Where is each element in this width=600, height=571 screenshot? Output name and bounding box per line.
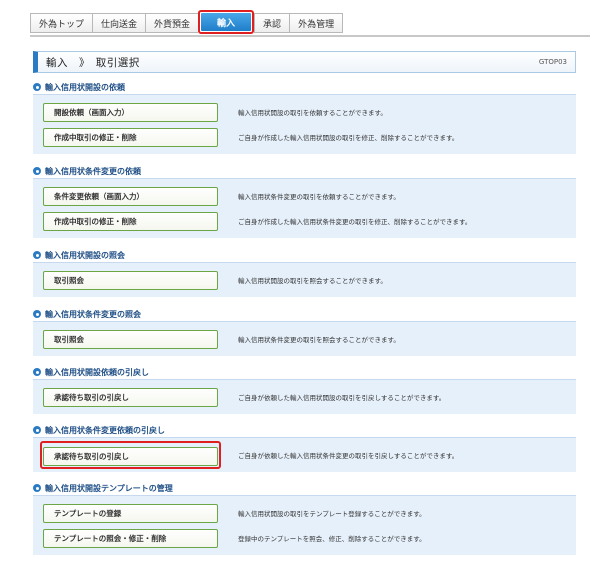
section-lc-opening-request: 輸入信用状開設の依頼 開設依頼（画面入力） 輸入信用状開設の取引を依頼することが…: [33, 80, 576, 154]
section-title: 輸入信用状条件変更依頼の引戻し: [33, 423, 576, 437]
bullet-circle-icon: [33, 251, 41, 259]
section-title-text: 輸入信用状開設テンプレートの管理: [45, 483, 173, 493]
section-body: テンプレートの登録 輸入信用状開設の取引をテンプレート登録することができます。 …: [33, 495, 576, 555]
action-description: ご自身が依頼した輸入信用状開設の取引を引戻しすることができます。: [238, 394, 446, 402]
section-title-text: 輸入信用状条件変更依頼の引戻し: [45, 425, 165, 435]
action-row: 承認待ち取引の引戻し ご自身が依頼した輸入信用状開設の取引を引戻しすることができ…: [43, 385, 566, 409]
bullet-circle-icon: [33, 167, 41, 175]
tab-import[interactable]: 輸入: [201, 13, 252, 31]
edit-draft-lc-opening-button[interactable]: 作成中取引の修正・削除: [43, 127, 218, 147]
section-title: 輸入信用状条件変更の照会: [33, 307, 576, 321]
section-body: 取引照会 輸入信用状条件変更の取引を照会することができます。: [33, 321, 576, 356]
action-description: 輸入信用状開設の取引をテンプレート登録することができます。: [238, 510, 426, 518]
tab-divider: [30, 35, 590, 37]
section-title: 輸入信用状開設の照会: [33, 248, 576, 262]
section-title-text: 輸入信用状開設の照会: [45, 250, 125, 260]
tab-import-highlight[interactable]: 輸入: [198, 10, 255, 34]
lc-opening-inquiry-button[interactable]: 取引照会: [43, 270, 218, 290]
tab-fx-management[interactable]: 外為管理: [289, 13, 344, 33]
section-title-text: 輸入信用状開設依頼の引戻し: [45, 367, 149, 377]
page-header: 輸入 》 取引選択 GTOP03: [33, 51, 576, 73]
page-title: 輸入 》 取引選択: [46, 56, 140, 69]
highlight-frame: 承認待ち取引の引戻し: [40, 441, 221, 469]
action-row: テンプレートの登録 輸入信用状開設の取引をテンプレート登録することができます。: [43, 501, 566, 525]
action-description: 登録中のテンプレートを照会、修正、削除することができます。: [238, 535, 426, 543]
section-lc-opening-withdrawal: 輸入信用状開設依頼の引戻し 承認待ち取引の引戻し ご自身が依頼した輸入信用状開設…: [33, 365, 576, 414]
action-row: 作成中取引の修正・削除 ご自身が作成した輸入信用状条件変更の取引を修正、削除する…: [43, 209, 566, 233]
edit-draft-lc-amendment-button[interactable]: 作成中取引の修正・削除: [43, 211, 218, 231]
bullet-circle-icon: [33, 368, 41, 376]
tab-foreign-currency-deposit[interactable]: 外貨預金: [145, 13, 199, 33]
manage-template-button[interactable]: テンプレートの照会・修正・削除: [43, 528, 218, 548]
section-body: 承認待ち取引の引戻し ご自身が依頼した輸入信用状条件変更の取引を引戻しすることが…: [33, 437, 576, 472]
amendment-request-input-button[interactable]: 条件変更依頼（画面入力）: [43, 186, 218, 206]
tab-outward-remittance[interactable]: 仕向送金: [92, 13, 146, 33]
action-row: 取引照会 輸入信用状条件変更の取引を照会することができます。: [43, 327, 566, 351]
main-nav-tabs: 外為トップ 仕向送金 外貨預金 輸入 承認 外為管理: [30, 10, 344, 34]
section-title-text: 輸入信用状開設の依頼: [45, 82, 125, 92]
section-lc-amendment-withdrawal: 輸入信用状条件変更依頼の引戻し 承認待ち取引の引戻し ご自身が依頼した輸入信用状…: [33, 423, 576, 472]
tab-approval[interactable]: 承認: [254, 13, 290, 33]
lc-amendment-inquiry-button[interactable]: 取引照会: [43, 329, 218, 349]
bullet-circle-icon: [33, 310, 41, 318]
screen-code: GTOP03: [538, 58, 567, 66]
section-body: 開設依頼（画面入力） 輸入信用状開設の取引を依頼することができます。 作成中取引…: [33, 94, 576, 154]
section-body: 条件変更依頼（画面入力） 輸入信用状条件変更の取引を依頼することができます。 作…: [33, 178, 576, 238]
section-title: 輸入信用状開設依頼の引戻し: [33, 365, 576, 379]
action-row: テンプレートの照会・修正・削除 登録中のテンプレートを照会、修正、削除することが…: [43, 526, 566, 550]
section-title: 輸入信用状開設の依頼: [33, 80, 576, 94]
withdraw-pending-lc-amendment-button[interactable]: 承認待ち取引の引戻し: [43, 447, 218, 466]
action-description: ご自身が作成した輸入信用状条件変更の取引を修正、削除することができます。: [238, 218, 472, 226]
action-description: 輸入信用状開設の取引を依頼することができます。: [238, 109, 387, 117]
section-body: 承認待ち取引の引戻し ご自身が依頼した輸入信用状開設の取引を引戻しすることができ…: [33, 379, 576, 414]
action-description: ご自身が依頼した輸入信用状条件変更の取引を引戻しすることができます。: [238, 452, 459, 460]
section-title-text: 輸入信用状条件変更の依頼: [45, 166, 141, 176]
section-lc-amendment-request: 輸入信用状条件変更の依頼 条件変更依頼（画面入力） 輸入信用状条件変更の取引を依…: [33, 164, 576, 238]
open-request-input-button[interactable]: 開設依頼（画面入力）: [43, 102, 218, 122]
action-description: ご自身が作成した輸入信用状開設の取引を修正、削除することができます。: [238, 134, 459, 142]
section-title: 輸入信用状開設テンプレートの管理: [33, 481, 576, 495]
withdraw-pending-lc-opening-button[interactable]: 承認待ち取引の引戻し: [43, 387, 218, 407]
section-lc-amendment-inquiry: 輸入信用状条件変更の照会 取引照会 輸入信用状条件変更の取引を照会することができ…: [33, 307, 576, 356]
bullet-circle-icon: [33, 426, 41, 434]
action-row: 承認待ち取引の引戻し ご自身が依頼した輸入信用状条件変更の取引を引戻しすることが…: [40, 441, 566, 469]
register-template-button[interactable]: テンプレートの登録: [43, 503, 218, 523]
tab-fx-top[interactable]: 外為トップ: [30, 13, 93, 33]
action-description: 輸入信用状条件変更の取引を依頼することができます。: [238, 193, 400, 201]
section-body: 取引照会 輸入信用状開設の取引を照会することができます。: [33, 262, 576, 297]
action-row: 作成中取引の修正・削除 ご自身が作成した輸入信用状開設の取引を修正、削除すること…: [43, 125, 566, 149]
section-title-text: 輸入信用状条件変更の照会: [45, 309, 141, 319]
bullet-circle-icon: [33, 83, 41, 91]
action-row: 開設依頼（画面入力） 輸入信用状開設の取引を依頼することができます。: [43, 100, 566, 124]
section-title: 輸入信用状条件変更の依頼: [33, 164, 576, 178]
action-row: 取引照会 輸入信用状開設の取引を照会することができます。: [43, 268, 566, 292]
section-lc-opening-inquiry: 輸入信用状開設の照会 取引照会 輸入信用状開設の取引を照会することができます。: [33, 248, 576, 297]
action-row: 条件変更依頼（画面入力） 輸入信用状条件変更の取引を依頼することができます。: [43, 184, 566, 208]
bullet-circle-icon: [33, 484, 41, 492]
action-description: 輸入信用状条件変更の取引を照会することができます。: [238, 336, 400, 344]
action-description: 輸入信用状開設の取引を照会することができます。: [238, 277, 387, 285]
section-lc-template-management: 輸入信用状開設テンプレートの管理 テンプレートの登録 輸入信用状開設の取引をテン…: [33, 481, 576, 555]
